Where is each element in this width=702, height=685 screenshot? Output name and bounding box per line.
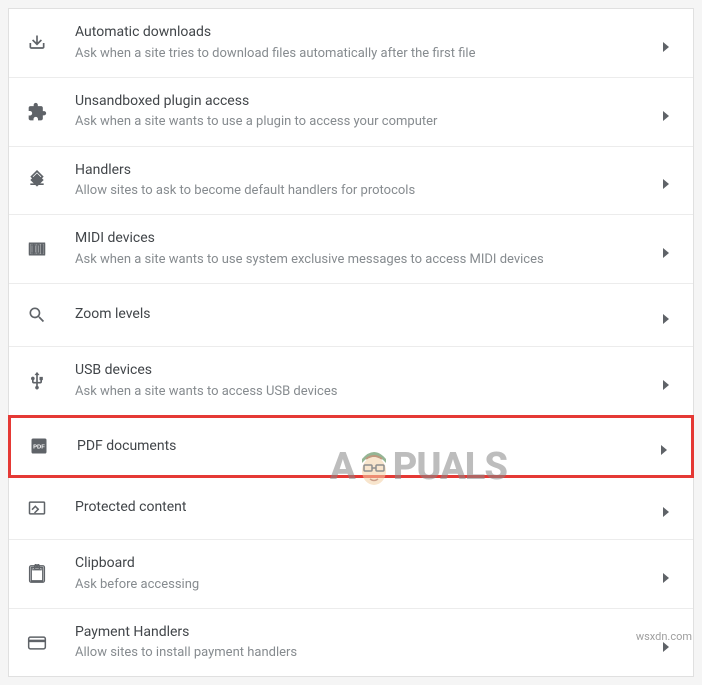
setting-title: Protected content [75, 498, 647, 518]
setting-row-handlers[interactable]: HandlersAllow sites to ask to become def… [9, 147, 693, 216]
setting-row-download[interactable]: Automatic downloads Ask when a site tries… [9, 9, 693, 78]
source-label: wsxdn.com [636, 630, 692, 643]
setting-text: PDF documents [77, 437, 645, 457]
search-icon [27, 305, 47, 325]
setting-title: MIDI devices [75, 229, 647, 249]
midi-icon [27, 239, 47, 259]
puzzle-icon [27, 102, 47, 122]
download-icon [27, 33, 47, 53]
chevron-right-icon [663, 243, 671, 255]
setting-text: Unsandboxed plugin accessAsk when a site… [75, 92, 647, 132]
setting-row-protected[interactable]: Protected content [9, 477, 693, 540]
setting-text: Automatic downloads Ask when a site tries… [75, 23, 647, 63]
setting-text: USB devices Ask when a site wants to acce… [75, 361, 647, 401]
setting-text: HandlersAllow sites to ask to become def… [75, 161, 647, 201]
setting-row-midi[interactable]: MIDI devices Ask when a site wants to use… [9, 215, 693, 284]
setting-title: Clipboard [75, 554, 647, 574]
setting-title: USB devices [75, 361, 647, 381]
setting-title: Handlers [75, 161, 647, 181]
chevron-right-icon [663, 37, 671, 49]
setting-row-puzzle[interactable]: Unsandboxed plugin accessAsk when a site… [9, 78, 693, 147]
chevron-right-icon [663, 502, 671, 514]
handlers-icon [27, 170, 47, 190]
chevron-right-icon [663, 309, 671, 321]
setting-title: Zoom levels [75, 305, 647, 325]
setting-row-pdf[interactable]: PDF PDF documents [8, 415, 694, 478]
chevron-right-icon [663, 375, 671, 387]
setting-row-clipboard[interactable]: Clipboard Ask before accessing [9, 540, 693, 609]
setting-description: Ask when a site wants to access USB devi… [75, 383, 647, 401]
protected-icon [27, 498, 47, 518]
chevron-right-icon [663, 106, 671, 118]
clipboard-icon [27, 564, 47, 584]
setting-text: Clipboard Ask before accessing [75, 554, 647, 594]
setting-description: Ask when a site tries to download files … [75, 45, 647, 63]
setting-description: Ask when a site wants to use system excl… [75, 251, 647, 269]
setting-description: Ask when a site wants to use a plugin to… [75, 113, 647, 131]
payment-icon [27, 633, 47, 653]
settings-panel: Automatic downloads Ask when a site tries… [8, 8, 694, 677]
setting-description: Ask before accessing [75, 576, 647, 594]
setting-title: Unsandboxed plugin access [75, 92, 647, 112]
setting-title: Payment Handlers [75, 623, 647, 643]
setting-text: Protected content [75, 498, 647, 518]
setting-row-usb[interactable]: USB devices Ask when a site wants to acce… [9, 347, 693, 416]
pdf-icon: PDF [29, 436, 49, 456]
setting-row-search[interactable]: Zoom levels [9, 284, 693, 347]
setting-title: PDF documents [77, 437, 645, 457]
chevron-right-icon [661, 440, 669, 452]
setting-row-payment[interactable]: Payment HandlersAllow sites to install p… [9, 609, 693, 677]
svg-text:PDF: PDF [33, 445, 45, 451]
setting-description: Allow sites to install payment handlers [75, 644, 647, 662]
setting-text: Zoom levels [75, 305, 647, 325]
chevron-right-icon [663, 174, 671, 186]
setting-text: Payment HandlersAllow sites to install p… [75, 623, 647, 663]
setting-title: Automatic downloads [75, 23, 647, 43]
chevron-right-icon [663, 568, 671, 580]
setting-text: MIDI devices Ask when a site wants to use… [75, 229, 647, 269]
usb-icon [27, 371, 47, 391]
setting-description: Allow sites to ask to become default han… [75, 182, 647, 200]
